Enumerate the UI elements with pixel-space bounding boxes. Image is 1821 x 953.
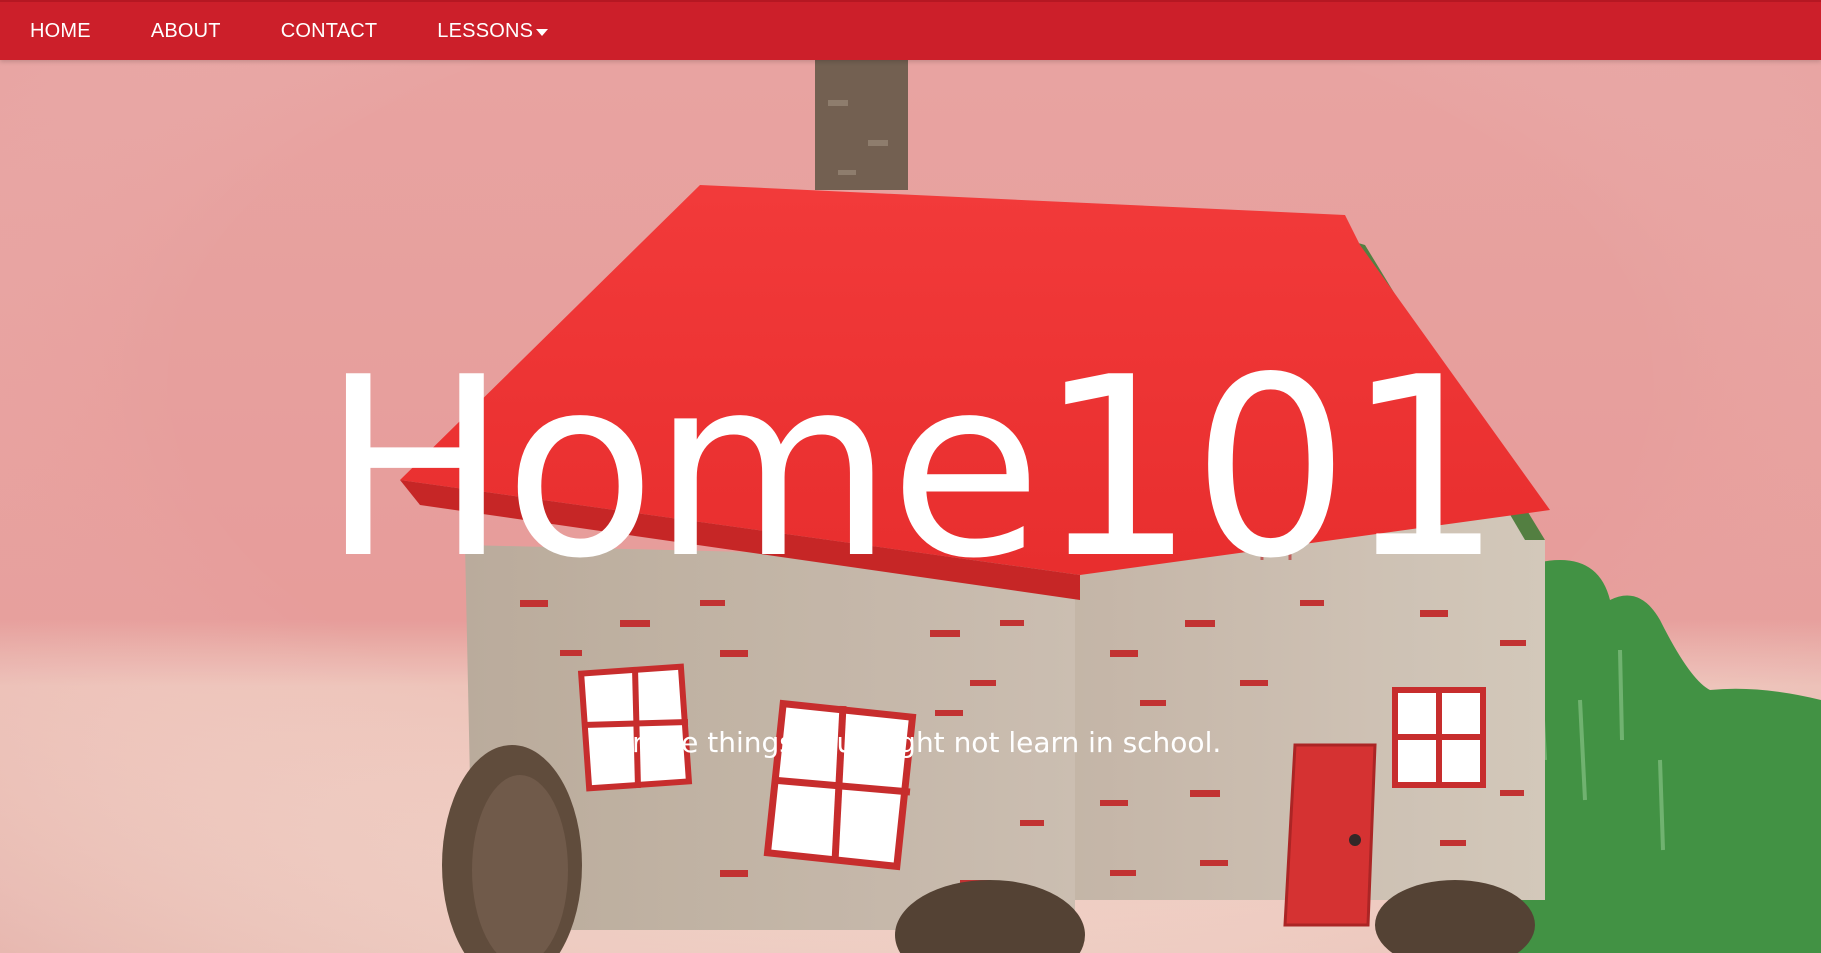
nav-item-about[interactable]: ABOUT — [151, 20, 221, 43]
page: HOME ABOUT CONTACT LESSONS Home101 For t… — [0, 0, 1821, 953]
nav-item-label: ABOUT — [150, 19, 221, 42]
nav-list: HOME ABOUT CONTACT LESSONS — [0, 2, 1821, 60]
nav-item-label: CONTACT — [280, 19, 378, 42]
nav-item-lessons-dropdown[interactable]: LESSONS — [437, 19, 549, 43]
nav-item-label: LESSONS — [437, 19, 534, 42]
nav-item-contact[interactable]: CONTACT — [281, 20, 378, 43]
caret-down-icon — [536, 28, 549, 36]
nav-item-home[interactable]: HOME — [30, 20, 91, 43]
top-navbar: HOME ABOUT CONTACT LESSONS — [0, 0, 1821, 60]
nav-item-label: HOME — [30, 19, 91, 42]
hero-subtitle: For the things you might not learn in sc… — [599, 726, 1222, 759]
hero-title: Home101 — [321, 325, 1504, 613]
